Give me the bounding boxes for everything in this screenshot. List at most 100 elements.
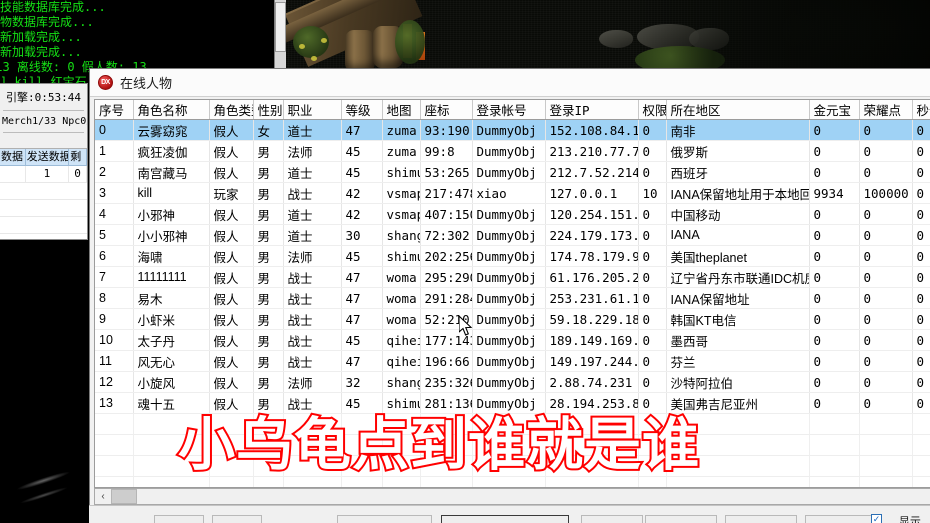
console-line: 重新加载完成...: [0, 45, 82, 59]
cell-honor: 0: [859, 140, 913, 162]
toolbar-button-5[interactable]: [581, 515, 643, 523]
traffic-grid-row[interactable]: 1 0: [0, 166, 87, 183]
cell-account: DummyObj: [472, 329, 546, 351]
cell-region: 韩国KT电信: [666, 308, 810, 330]
cell-region: IANA: [666, 224, 810, 246]
table-row[interactable]: 3kill玩家男战士42vsmap217:478xiao127.0.0.110I…: [95, 182, 930, 204]
col-header-level[interactable]: 等级: [341, 100, 383, 120]
table-row[interactable]: 7 11111111 假人男战士 47 woma 295:290 DummyObj 61.17…: [95, 266, 930, 288]
table-row[interactable]: 4小邪神假人男道士42vsmap407:150DummyObj120.254.1…: [95, 203, 930, 225]
cell-perm: 0: [638, 392, 667, 414]
cell-ip: 59.18.229.18: [545, 308, 639, 330]
server-status-panel: 引擎:0:53:44 Merch1/33 Npc0/2 数据 发送数据 剩 1 …: [0, 83, 88, 240]
cell-region: 西班牙: [666, 161, 810, 183]
cell-honor: 0: [859, 371, 913, 393]
col-header-card[interactable]: 秒卡: [912, 100, 930, 120]
cell-gold: 9934: [809, 182, 860, 204]
table-row[interactable]: 9 小虾米 假人男战士 47 woma 52:210 DummyObj 59.18.229.1…: [95, 308, 930, 330]
col-header-region[interactable]: 所在地区: [666, 100, 810, 120]
toolbar-button-2[interactable]: [212, 515, 262, 523]
toolbar-button-6[interactable]: [645, 515, 717, 523]
col-header-map[interactable]: 地图: [382, 100, 421, 120]
empty-cell: [95, 455, 134, 477]
toolbar-button-7[interactable]: [725, 515, 797, 523]
cell-index: 6: [95, 245, 134, 267]
empty-cell: [912, 413, 930, 435]
cell-name: 易木: [133, 287, 210, 309]
cell-gender: 男: [253, 182, 284, 204]
promo-banner-text: 小乌龟点到谁就是谁: [176, 412, 701, 478]
cell-map: zuma: [382, 119, 421, 141]
table-row[interactable]: 1 疯狂凌伽 假人男法师 45 zuma 99:8 DummyObj 213.210.77.7…: [95, 140, 930, 162]
cell-type: 假人: [209, 329, 254, 351]
empty-cell: [95, 476, 134, 487]
table-row[interactable]: 0 云雾窈窕 假人女道士 47 zuma 93:190 DummyObj 152.108.84…: [95, 119, 930, 141]
table-row[interactable]: 5小小邪神假人男道士30shang72:302DummyObj224.179.1…: [95, 224, 930, 246]
cell-perm: 0: [638, 329, 667, 351]
cell-job: 战士: [283, 287, 342, 309]
toolbar-button-4[interactable]: [441, 515, 569, 523]
cell-perm: 0: [638, 287, 667, 309]
col-header-job[interactable]: 职业: [283, 100, 342, 120]
col-header-honor[interactable]: 荣耀点: [859, 100, 913, 120]
table-empty-row: [95, 476, 930, 487]
cell-account: DummyObj: [472, 161, 546, 183]
col-header-index[interactable]: 序号: [95, 100, 134, 120]
game-viewport: [276, 0, 930, 74]
table-row[interactable]: 10太子丹假人男战士45qihei177:143DummyObj189.149.…: [95, 329, 930, 351]
empty-cell: [472, 476, 546, 487]
cell-index: 10: [95, 329, 134, 351]
cell-job: 道士: [283, 161, 342, 183]
cell-gold: 0: [809, 119, 860, 141]
cell-name: 云雾窈窕: [133, 119, 210, 141]
col-header-gender[interactable]: 性别: [253, 100, 284, 120]
console-scrollbar-thumb[interactable]: [275, 2, 286, 52]
table-row[interactable]: 2南宫藏马假人男道士45shimu53:265DummyObj212.7.52.…: [95, 161, 930, 183]
cell-card: 0: [912, 392, 930, 414]
table-row[interactable]: 11风无心假人男战士47qihei196:66DummyObj149.197.2…: [95, 350, 930, 372]
col-header-type[interactable]: 角色类型: [209, 100, 254, 120]
cell-index: 4: [95, 203, 134, 225]
cell-recv: [0, 166, 26, 182]
col-header-coord[interactable]: 座标: [420, 100, 473, 120]
toolbar-button-1[interactable]: [154, 515, 204, 523]
toolbar-button-3[interactable]: [337, 515, 432, 523]
toolbar-button-8[interactable]: [805, 515, 877, 523]
table-row[interactable]: 13魂十五假人男战士45shimu281:136DummyObj28.194.2…: [95, 392, 930, 414]
cell-card: 0: [912, 266, 930, 288]
cell-type: 假人: [209, 266, 254, 288]
empty-cell: [912, 476, 930, 487]
cell-honor: 0: [859, 161, 913, 183]
table-row[interactable]: 8 易木 假人男战士 47 woma 291:284 DummyObj 253.231.61.…: [95, 287, 930, 309]
cell-ip: 212.7.52.214: [545, 161, 639, 183]
cell-index: 9: [95, 308, 134, 330]
cell-level: 42: [341, 182, 383, 204]
col-header-gold[interactable]: 金元宝: [809, 100, 860, 120]
show-checkbox[interactable]: ✓: [871, 514, 882, 523]
scrollbar-track[interactable]: [137, 489, 930, 504]
empty-cell: [859, 476, 913, 487]
cell-account: DummyObj: [472, 119, 546, 141]
traffic-mini-grid[interactable]: 数据 发送数据 剩 1 0: [0, 148, 87, 239]
barrel-1: [345, 30, 375, 72]
cell-card: 0: [912, 245, 930, 267]
cell-index: 3: [95, 182, 134, 204]
grid-horizontal-scrollbar[interactable]: ‹: [94, 488, 930, 505]
table-row[interactable]: 12小旋风假人男法师32shang235:326DummyObj2.88.74.…: [95, 371, 930, 393]
cell-gold: 0: [809, 329, 860, 351]
cell-map: woma: [382, 308, 421, 330]
scrollbar-thumb[interactable]: [111, 489, 137, 504]
cell-gender: 男: [253, 224, 284, 246]
empty-cell: [859, 413, 913, 435]
cell-type: 假人: [209, 224, 254, 246]
cell-region: 俄罗斯: [666, 140, 810, 162]
table-row[interactable]: 6海啸假人男法师45shimu202:256DummyObj174.78.179…: [95, 245, 930, 267]
col-header-perm[interactable]: 权限: [638, 100, 667, 120]
col-header-ip[interactable]: 登录IP: [545, 100, 639, 120]
col-header-account[interactable]: 登录帐号: [472, 100, 546, 120]
empty-cell: [283, 476, 342, 487]
cell-name: 南宫藏马: [133, 161, 210, 183]
col-header-name[interactable]: 角色名称: [133, 100, 210, 120]
scroll-left-arrow-icon[interactable]: ‹: [95, 489, 111, 504]
cell-map: shimu: [382, 245, 421, 267]
